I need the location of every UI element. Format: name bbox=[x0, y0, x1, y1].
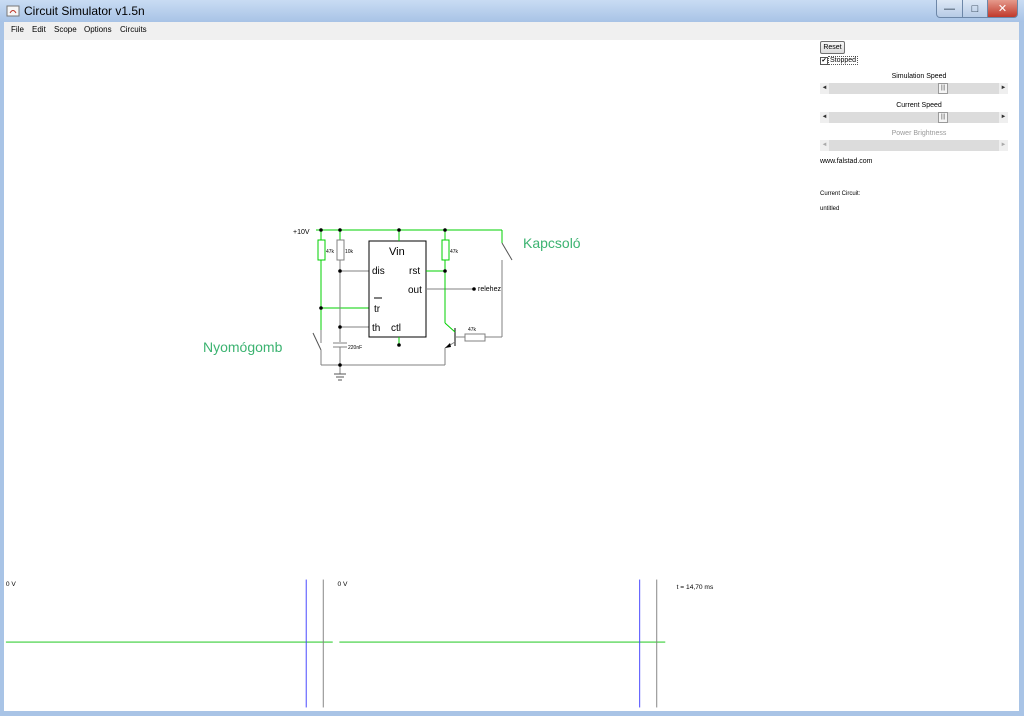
menu-scope[interactable]: Scope bbox=[54, 25, 77, 34]
control-panel: Reset ✔ Stopped Simulation Speed ◄ ||| ►… bbox=[816, 40, 1019, 300]
power-brightness-slider: ◄ ► bbox=[820, 140, 1008, 151]
ic-rst-label: rst bbox=[409, 266, 420, 277]
junction-dot bbox=[397, 343, 401, 347]
checkmark-icon: ✔ bbox=[821, 58, 827, 64]
scope-left-voltage: 0 V bbox=[6, 581, 17, 588]
window-title: Circuit Simulator v1.5n bbox=[24, 4, 145, 18]
output-label: relehez bbox=[478, 286, 501, 293]
simulator-canvas[interactable]: +10V 47k 10k 47k 47k 220nF Vin dis rst o… bbox=[4, 40, 1019, 711]
r4-resistor[interactable] bbox=[464, 333, 486, 342]
ic-out-label: out bbox=[408, 285, 422, 296]
cap-label: 220nF bbox=[348, 345, 362, 351]
button-annotation: Nyomógomb bbox=[203, 339, 283, 355]
scroll-left-arrow-icon: ◄ bbox=[820, 140, 829, 151]
scroll-left-arrow-icon[interactable]: ◄ bbox=[820, 112, 829, 123]
current-speed-label: Current Speed bbox=[896, 102, 942, 109]
scope-time-readout: t = 14,70 ms bbox=[677, 584, 714, 591]
junction-dot bbox=[338, 325, 342, 329]
r4-label: 47k bbox=[468, 327, 477, 333]
ic-dis-label: dis bbox=[372, 266, 385, 277]
power-brightness-label: Power Brightness bbox=[891, 130, 947, 137]
r1-label: 47k bbox=[326, 249, 335, 255]
scroll-right-arrow-icon: ► bbox=[999, 140, 1008, 151]
ic-th-label: th bbox=[372, 323, 380, 334]
supply-label: +10V bbox=[293, 229, 310, 236]
junction-dot bbox=[397, 228, 401, 232]
junction-dot bbox=[338, 363, 342, 367]
current-speed-slider[interactable]: ◄ ||| ► bbox=[820, 112, 1008, 123]
menu-edit[interactable]: Edit bbox=[32, 25, 46, 34]
java-app-icon bbox=[6, 5, 20, 17]
r3-resistor[interactable] bbox=[441, 239, 450, 261]
junction-dot bbox=[319, 228, 323, 232]
stopped-checkbox[interactable]: ✔ bbox=[820, 57, 828, 65]
push-button-contact[interactable] bbox=[312, 332, 322, 351]
junction-dot bbox=[319, 306, 323, 310]
menu-circuits[interactable]: Circuits bbox=[120, 25, 147, 34]
stopped-label[interactable]: Stopped bbox=[828, 56, 859, 65]
scroll-right-arrow-icon[interactable]: ► bbox=[999, 83, 1008, 94]
minimize-button[interactable]: — bbox=[936, 0, 963, 18]
scope-panel[interactable]: 0 V 0 V t = 14,70 ms bbox=[4, 576, 724, 711]
scroll-right-arrow-icon[interactable]: ► bbox=[999, 112, 1008, 123]
current-circuit-label: Current Circuit: bbox=[820, 191, 861, 197]
app-window: Circuit Simulator v1.5n — □ ✕ File Edit … bbox=[0, 0, 1024, 716]
simulation-speed-label: Simulation Speed bbox=[891, 73, 947, 80]
close-icon: ✕ bbox=[997, 3, 1008, 15]
r3-label: 47k bbox=[450, 249, 459, 255]
switch-annotation: Kapcsoló bbox=[523, 235, 581, 251]
junction-dot bbox=[338, 228, 342, 232]
maximize-icon: □ bbox=[971, 2, 979, 15]
r2-label: 10k bbox=[345, 249, 354, 255]
ic-vin-label: Vin bbox=[389, 246, 405, 258]
scope-right-voltage: 0 V bbox=[337, 581, 348, 588]
junction-dot bbox=[338, 269, 342, 273]
title-bar[interactable]: Circuit Simulator v1.5n — □ ✕ bbox=[0, 0, 1024, 22]
slider-thumb[interactable]: ||| bbox=[938, 83, 948, 94]
minimize-icon: — bbox=[944, 2, 955, 15]
circuit-name: untitled bbox=[820, 206, 840, 212]
emitter-arrow bbox=[445, 343, 451, 348]
junction-dot bbox=[443, 269, 447, 273]
ic-ctl-label: ctl bbox=[391, 323, 401, 334]
scroll-left-arrow-icon[interactable]: ◄ bbox=[820, 83, 829, 94]
website-link[interactable]: www.falstad.com bbox=[820, 158, 873, 165]
ic-tr-label: tr bbox=[374, 304, 381, 315]
slider-thumb[interactable]: ||| bbox=[938, 112, 948, 123]
toggle-switch-contact[interactable] bbox=[501, 242, 513, 261]
junction-dot bbox=[443, 228, 447, 232]
menu-bar: File Edit Scope Options Circuits bbox=[4, 22, 1019, 40]
output-terminal[interactable] bbox=[472, 287, 476, 291]
simulation-speed-slider[interactable]: ◄ ||| ► bbox=[820, 83, 1008, 94]
close-button[interactable]: ✕ bbox=[987, 0, 1018, 18]
r1-resistor[interactable] bbox=[317, 239, 326, 261]
menu-file[interactable]: File bbox=[11, 25, 24, 34]
transistor-collector[interactable] bbox=[444, 322, 456, 333]
menu-options[interactable]: Options bbox=[84, 25, 112, 34]
reset-button[interactable]: Reset bbox=[820, 41, 845, 54]
maximize-button[interactable]: □ bbox=[962, 0, 988, 18]
circuit-diagram[interactable]: +10V 47k 10k 47k 47k 220nF Vin dis rst o… bbox=[4, 40, 816, 420]
r2-resistor[interactable] bbox=[336, 239, 345, 261]
